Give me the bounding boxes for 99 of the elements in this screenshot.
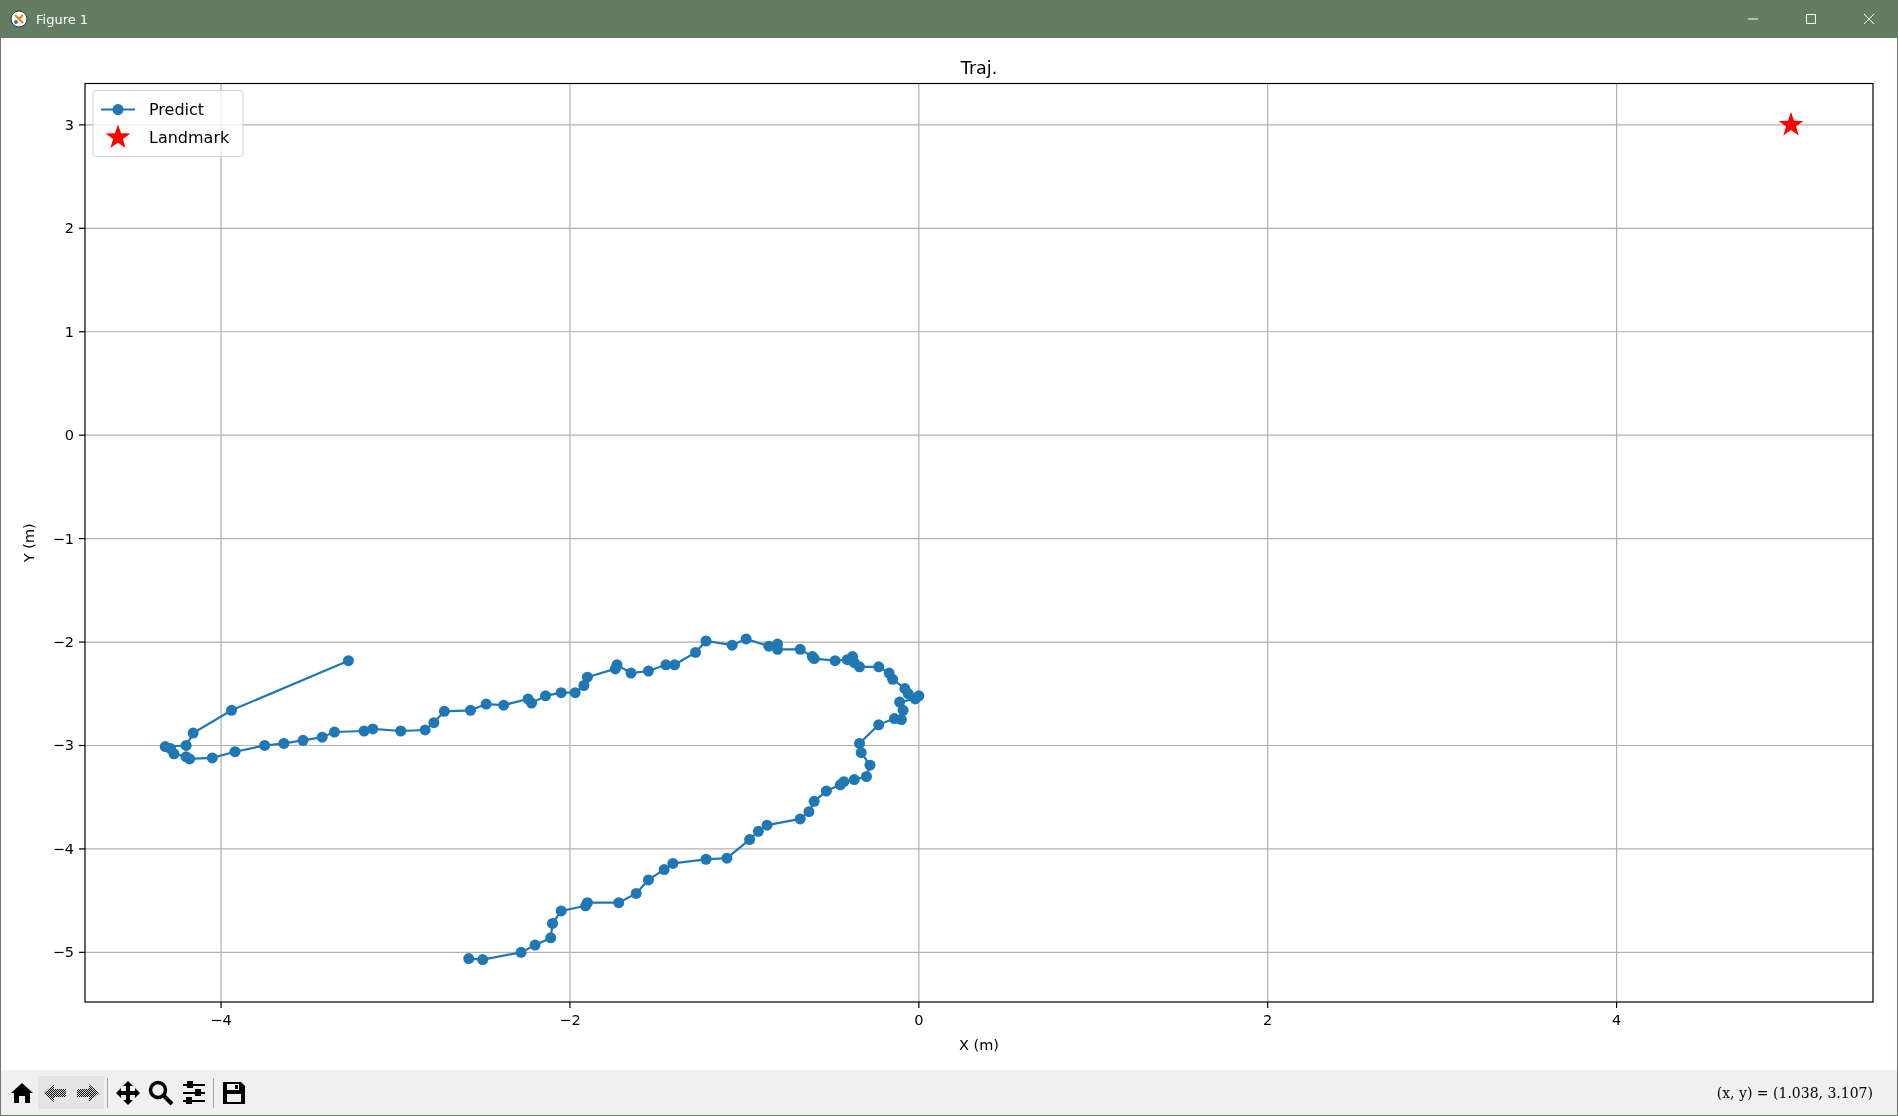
data-point	[854, 661, 865, 673]
data-point	[540, 690, 551, 702]
data-point	[297, 734, 309, 746]
data-point	[829, 655, 841, 667]
data-point	[630, 887, 642, 899]
data-point	[419, 724, 431, 736]
data-point	[529, 939, 541, 951]
data-point	[848, 774, 860, 786]
data-point	[803, 806, 815, 818]
window-title: Figure 1	[36, 11, 90, 27]
data-point	[873, 719, 885, 731]
data-point	[278, 737, 290, 749]
data-point	[480, 698, 492, 710]
data-point	[611, 659, 623, 671]
data-point	[855, 747, 867, 759]
data-point	[669, 659, 681, 671]
y-tick-label: −3	[52, 737, 74, 754]
y-tick-label: −1	[52, 530, 74, 547]
chart-title: Traj.	[960, 57, 998, 78]
data-point	[438, 705, 450, 717]
app-icon	[10, 10, 28, 28]
legend-star-icon	[105, 124, 131, 148]
data-point	[861, 771, 872, 782]
data-point	[180, 740, 192, 751]
y-tick-label: −2	[52, 634, 74, 651]
data-point	[897, 704, 909, 716]
y-tick-label: −4	[52, 840, 74, 857]
data-point	[721, 852, 733, 864]
data-point	[395, 725, 407, 737]
data-point	[625, 667, 637, 679]
data-point	[328, 726, 340, 738]
data-point	[515, 946, 527, 958]
data-point	[873, 661, 885, 673]
data-point	[740, 633, 752, 645]
legend-line-marker-icon	[101, 104, 135, 115]
data-point	[226, 704, 238, 716]
data-point	[229, 746, 241, 758]
data-point	[794, 813, 806, 825]
data-point	[259, 740, 271, 751]
data-point	[761, 819, 773, 831]
data-point	[808, 795, 820, 807]
data-point	[642, 665, 654, 677]
data-point	[428, 717, 440, 729]
data-point	[700, 853, 712, 865]
data-point	[700, 635, 712, 647]
data-point	[752, 825, 764, 837]
magnifier-icon	[146, 1078, 175, 1107]
data-point	[184, 753, 196, 765]
data-point	[477, 954, 489, 966]
data-point	[794, 643, 806, 655]
data-point	[864, 759, 876, 771]
maximize-icon	[1805, 13, 1817, 25]
data-point	[887, 673, 899, 685]
x-axis-label: X (m)	[959, 1037, 999, 1053]
data-point	[581, 671, 593, 683]
x-tick-label: 0	[914, 1012, 924, 1028]
data-point	[834, 779, 846, 791]
cursor-coordinates: (x, y) = (1.038, 3.107)	[1716, 1084, 1873, 1101]
data-point	[613, 897, 625, 909]
data-point	[820, 785, 832, 797]
data-point	[658, 864, 670, 876]
data-point	[744, 834, 756, 846]
data-point	[498, 699, 510, 711]
data-point	[569, 687, 581, 699]
data-point	[547, 917, 558, 929]
data-point	[463, 953, 475, 965]
x-tick-label: 2	[1263, 1012, 1273, 1028]
data-point	[772, 643, 783, 655]
data-point	[642, 874, 654, 886]
data-point	[316, 731, 328, 743]
data-point	[342, 655, 354, 667]
data-point	[555, 687, 567, 699]
data-point	[726, 639, 738, 651]
x-tick-label: −2	[559, 1012, 581, 1028]
data-point	[888, 713, 900, 725]
data-point	[358, 725, 370, 737]
x-tick-label: −4	[210, 1012, 232, 1028]
data-point	[854, 737, 865, 749]
close-icon	[1863, 13, 1875, 25]
data-point	[187, 727, 199, 739]
data-point	[555, 905, 567, 917]
y-tick-label: 2	[64, 220, 74, 237]
y-tick-label: −5	[52, 944, 74, 961]
y-tick-label: 3	[64, 116, 74, 133]
legend-label: Predict	[149, 100, 205, 119]
legend-label: Landmark	[149, 128, 230, 147]
data-point	[465, 704, 476, 716]
y-axis-label: Y (m)	[21, 523, 37, 563]
y-tick-label: 0	[64, 427, 74, 444]
data-point	[206, 752, 218, 764]
data-point	[667, 857, 679, 869]
data-point	[526, 697, 538, 709]
data-point	[690, 646, 702, 658]
data-point	[367, 723, 379, 735]
data-point	[909, 693, 921, 705]
x-tick-label: 4	[1611, 1012, 1622, 1028]
data-point	[545, 932, 557, 944]
data-point	[168, 748, 180, 760]
y-tick-label: 1	[64, 323, 74, 340]
